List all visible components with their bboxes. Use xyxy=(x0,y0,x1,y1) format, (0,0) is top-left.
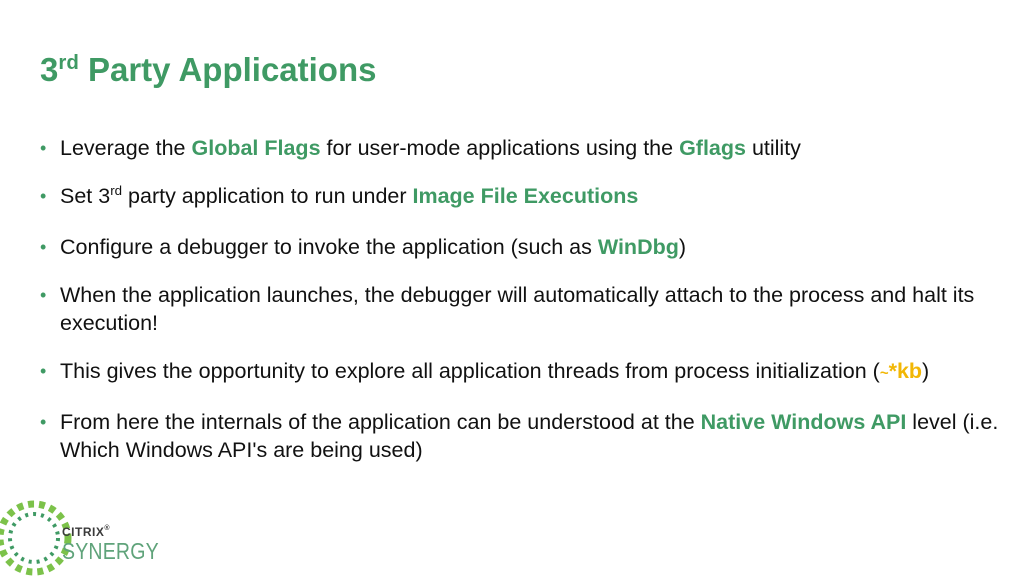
logo-brand-text: CITRIX® xyxy=(62,525,110,539)
bullet-text: Set 3rd party application to run under I… xyxy=(60,182,1000,213)
bullet-text: When the application launches, the debug… xyxy=(60,281,1000,337)
highlight-kb-command: *kb xyxy=(888,359,923,383)
slide-title: 3rd Party Applications xyxy=(40,48,376,97)
highlight-global-flags: Global Flags xyxy=(191,136,321,160)
text-run: Configure a debugger to invoke the appli… xyxy=(60,235,598,259)
bullet-item-native-api: • From here the internals of the applica… xyxy=(40,408,1000,464)
bullet-dot-icon: • xyxy=(40,361,47,381)
text-run: When the application launches, the debug… xyxy=(60,283,975,335)
title-rest: Party Applications xyxy=(78,51,377,88)
logo-trademark: ® xyxy=(104,525,111,532)
bullet-text: Configure a debugger to invoke the appli… xyxy=(60,233,1000,261)
bullet-dot-icon: • xyxy=(40,285,47,305)
logo-product-text: SYNERGY xyxy=(62,538,159,564)
highlight-native-windows-api: Native Windows API xyxy=(700,410,907,434)
bullet-item-global-flags: • Leverage the Global Flags for user-mod… xyxy=(40,134,1000,162)
bullet-text: This gives the opportunity to explore al… xyxy=(60,357,1000,388)
bullet-dot-icon: • xyxy=(40,237,47,257)
citrix-synergy-logo: CITRIX® SYNERGY xyxy=(0,490,200,576)
highlight-tilde: ~ xyxy=(879,365,889,382)
bullet-item-image-file-executions: • Set 3rd party application to run under… xyxy=(40,182,1000,213)
bullet-text: Leverage the Global Flags for user-mode … xyxy=(60,134,1000,162)
text-run: utility xyxy=(745,136,801,160)
text-run: Leverage the xyxy=(60,136,192,160)
bullet-item-configure-debugger: • Configure a debugger to invoke the app… xyxy=(40,233,1000,261)
text-run: This gives the opportunity to explore al… xyxy=(60,359,880,383)
title-superscript: rd xyxy=(58,51,79,74)
text-run: Set 3 xyxy=(60,184,111,208)
title-prefix: 3 xyxy=(40,51,59,88)
highlight-image-file-executions: Image File Executions xyxy=(412,184,639,208)
bullet-dot-icon: • xyxy=(40,412,47,432)
superscript: rd xyxy=(110,183,123,198)
text-run: From here the internals of the applicati… xyxy=(60,410,701,434)
text-run: ) xyxy=(678,235,687,259)
bullet-item-explore-threads: • This gives the opportunity to explore … xyxy=(40,357,1000,388)
bullet-list: • Leverage the Global Flags for user-mod… xyxy=(40,134,1000,484)
highlight-windbg: WinDbg xyxy=(597,235,679,259)
text-run: party application to run under xyxy=(122,184,413,208)
logo-brand: CITRIX xyxy=(62,525,105,539)
highlight-gflags: Gflags xyxy=(679,136,746,160)
bullet-dot-icon: • xyxy=(40,186,47,206)
bullet-item-debugger-attach: • When the application launches, the deb… xyxy=(40,281,1000,337)
bullet-text: From here the internals of the applicati… xyxy=(60,408,1000,464)
text-run: for user-mode applications using the xyxy=(320,136,680,160)
text-run: ) xyxy=(922,359,930,383)
bullet-dot-icon: • xyxy=(40,138,47,158)
